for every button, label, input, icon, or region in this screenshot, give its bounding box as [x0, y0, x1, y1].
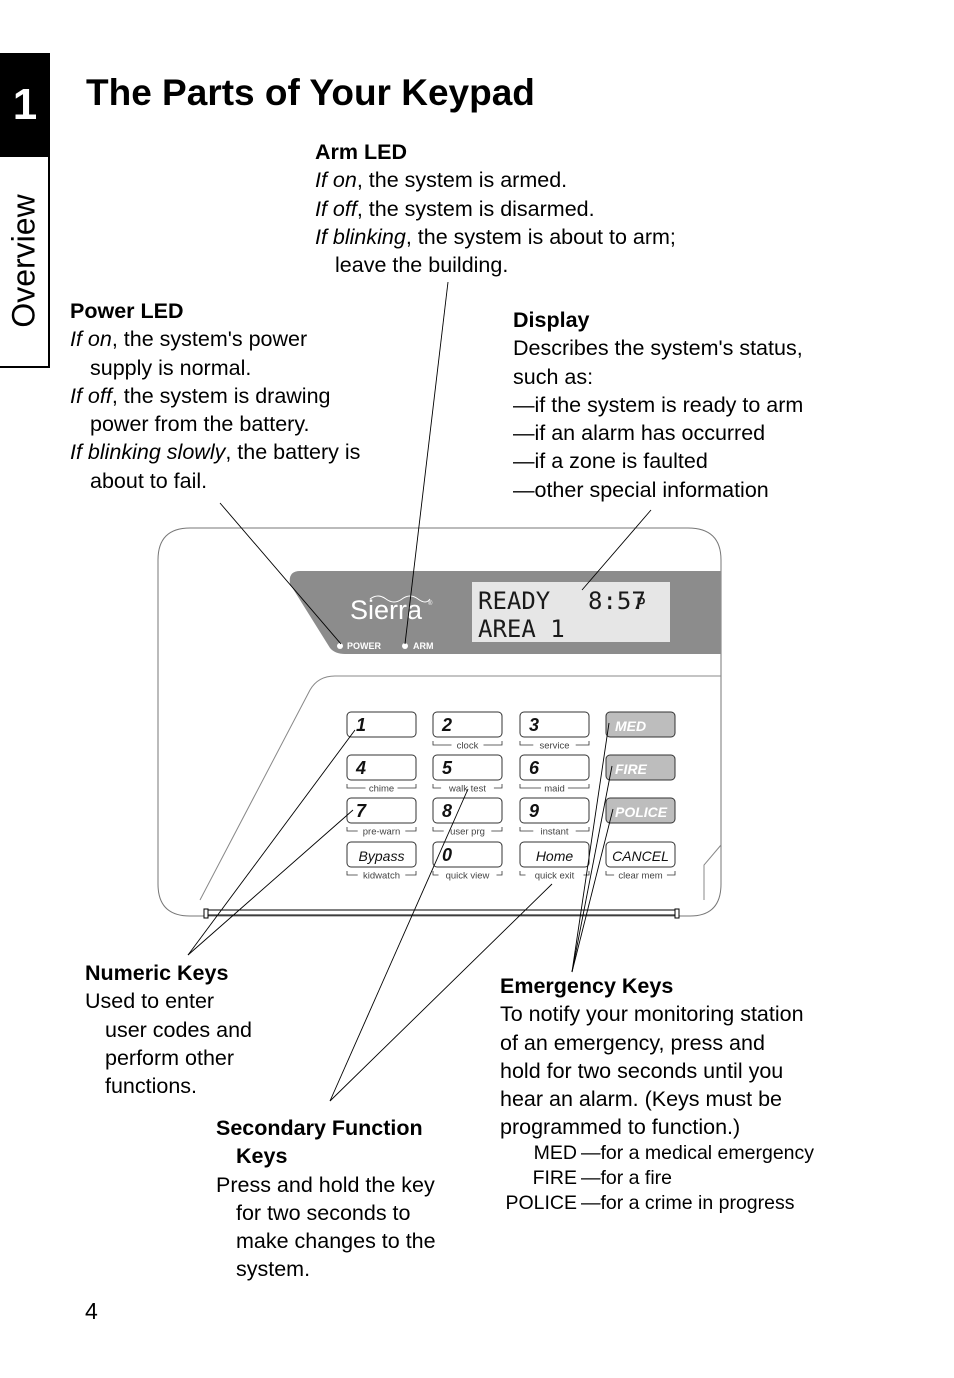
key-label: CANCEL — [612, 848, 669, 864]
bottom-rail — [204, 909, 679, 916]
numeric-keys-line: perform other — [105, 1045, 235, 1070]
emergency-keys-line: of an emergency, press and — [500, 1030, 765, 1055]
emergency-key-table: MED —for a medical emergency FIRE —for a f… — [500, 1141, 814, 1216]
key-0[interactable]: 0 quick view — [432, 841, 503, 882]
numeric-keys-line: Used to enter — [85, 989, 215, 1014]
key-label: POLICE — [615, 804, 668, 820]
lcd-line2: AREA 1 — [478, 615, 565, 643]
emergency-keys-heading: Emergency Keys — [500, 974, 674, 998]
numeric-keys-heading: Numeric Keys — [85, 961, 229, 985]
key-secondary-label: user prg — [450, 827, 485, 838]
emergency-keys-line: hold for two seconds until you — [500, 1058, 784, 1083]
emergency-row-police: POLICE —for a crime in progress — [505, 1192, 795, 1214]
key-1[interactable]: 1 — [346, 711, 417, 738]
key-secondary-label: walk test — [448, 784, 486, 795]
key-secondary-label: clear mem — [618, 871, 662, 882]
key-label: FIRE — [615, 761, 648, 777]
key-cancel[interactable]: CANCEL clear mem — [605, 841, 676, 882]
key-secondary-label: quick exit — [535, 871, 575, 882]
key-secondary-label: kidwatch — [363, 871, 400, 882]
emergency-keys-line: hear an alarm. (Keys must be — [500, 1087, 783, 1112]
key-label: 5 — [442, 758, 453, 778]
key-label: 4 — [355, 758, 366, 778]
key-label: 0 — [442, 845, 452, 865]
secondary-keys-line: Press and hold the key — [216, 1172, 435, 1197]
key-police[interactable]: POLICE — [605, 797, 676, 824]
key-label: 9 — [529, 801, 539, 821]
secondary-keys-line: make changes to the — [236, 1229, 436, 1254]
key-fire[interactable]: FIRE — [605, 754, 676, 781]
key-label: 1 — [356, 715, 366, 735]
key-label: Bypass — [359, 848, 405, 864]
key-secondary-label: pre-warn — [363, 827, 401, 838]
power-led-icon — [337, 643, 343, 649]
key-label: 2 — [441, 715, 452, 735]
key-med[interactable]: MED — [605, 711, 676, 738]
lcd-line1: READY — [478, 587, 551, 615]
key-secondary-label: maid — [544, 784, 565, 795]
key-secondary-label: chime — [369, 784, 394, 795]
emergency-keys-line: programmed to function.) — [500, 1115, 741, 1140]
key-secondary-label: quick view — [446, 871, 490, 882]
key-label: Home — [536, 848, 574, 864]
key-label: 7 — [356, 801, 367, 821]
emergency-keys-line: To notify your monitoring station — [500, 1002, 804, 1027]
lcd-ampm: P — [636, 594, 646, 613]
key-label: 6 — [529, 758, 540, 778]
secondary-keys-heading-cont: Keys — [236, 1144, 288, 1169]
key-label: 3 — [529, 715, 539, 735]
emergency-row-med: MED —for a medical emergency — [533, 1142, 815, 1164]
emergency-row-fire: FIRE —for a fire — [532, 1167, 673, 1189]
secondary-keys-line: for two seconds to — [236, 1200, 411, 1225]
key-secondary-label: instant — [541, 827, 569, 838]
key-home[interactable]: Home quick exit — [519, 841, 590, 882]
page-number: 4 — [85, 1298, 98, 1324]
numeric-keys-line: user codes and — [105, 1017, 253, 1042]
key-5[interactable]: 5 walk test — [432, 754, 503, 795]
key-label: 8 — [442, 801, 452, 821]
numeric-keys-line: functions. — [105, 1074, 198, 1099]
numeric-keys-callout: Numeric Keys Used to enter user codes an… — [85, 959, 252, 1100]
secondary-keys-callout: Secondary Function Keys Press and hold t… — [216, 1114, 436, 1284]
key-secondary-label: clock — [457, 741, 479, 752]
arm-led-label: ARM — [413, 641, 434, 651]
power-led-label: POWER — [347, 641, 382, 651]
key-label: MED — [615, 718, 646, 734]
emergency-keys-callout: Emergency Keys To notify your monitoring… — [500, 972, 804, 1142]
secondary-keys-line: system. — [236, 1257, 311, 1282]
key-secondary-label: service — [539, 741, 569, 752]
secondary-keys-heading: Secondary Function — [216, 1116, 423, 1140]
